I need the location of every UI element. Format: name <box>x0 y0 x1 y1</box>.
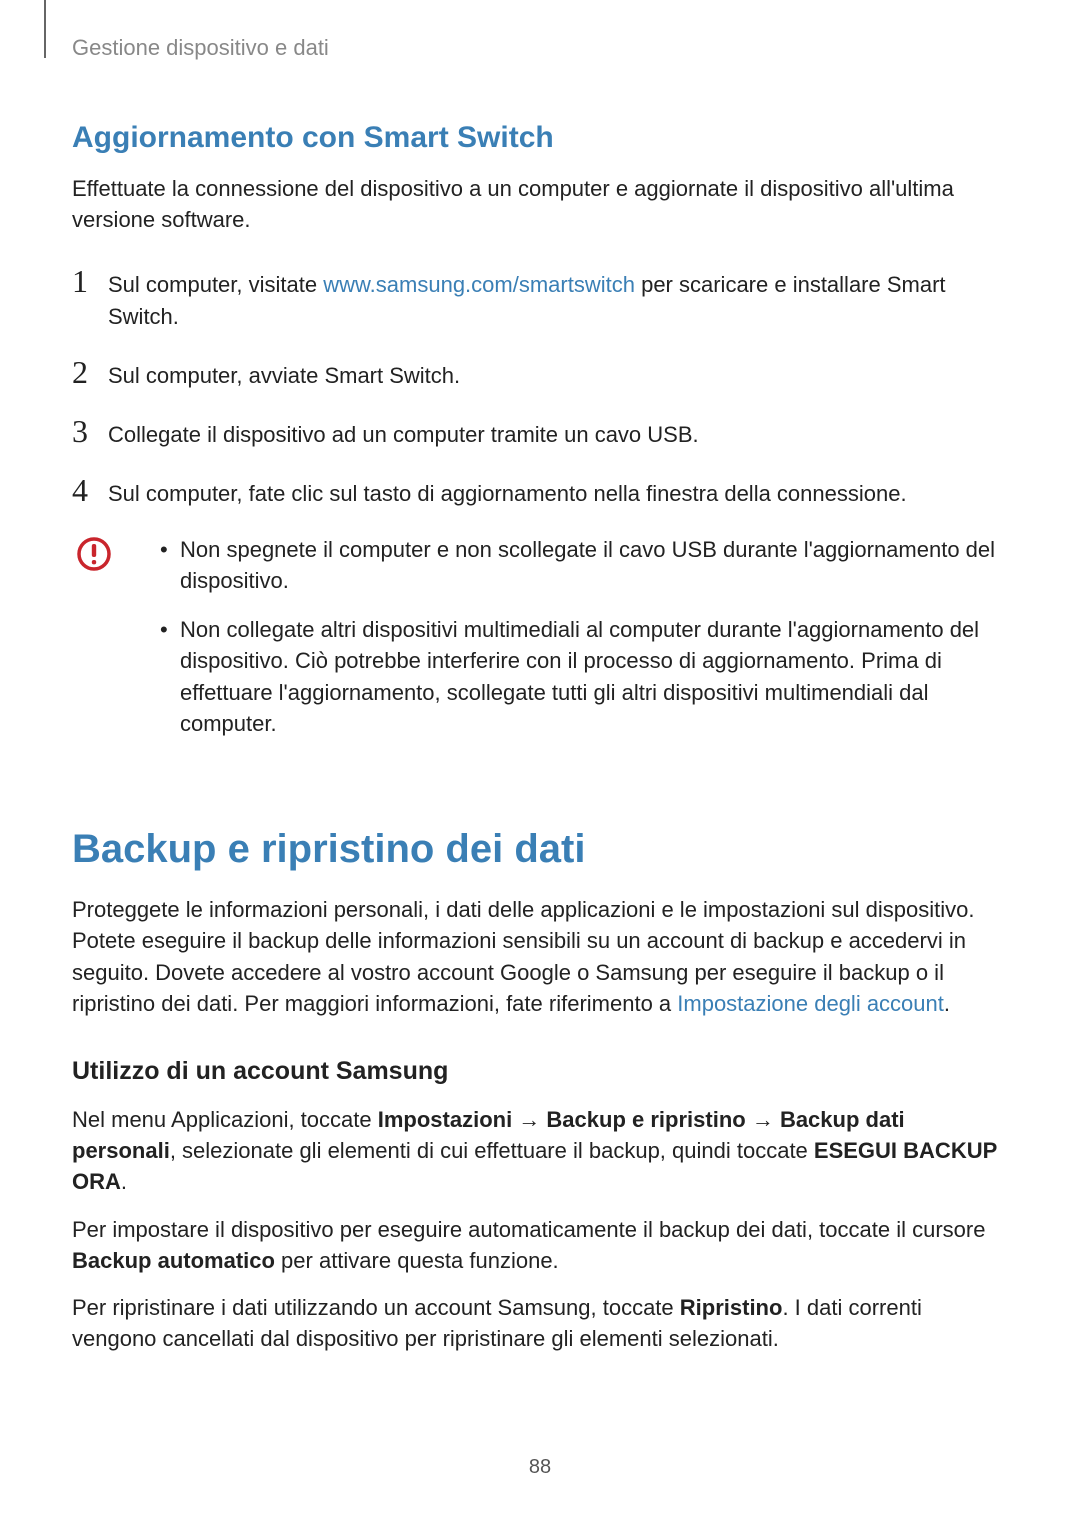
steps-list: 1 Sul computer, visitate www.samsung.com… <box>72 265 1008 509</box>
section-heading-backup: Backup e ripristino dei dati <box>72 827 1008 872</box>
arrow-separator: → <box>512 1107 546 1132</box>
bold-backup-automatico: Backup automatico <box>72 1248 275 1273</box>
step-number: 3 <box>72 415 108 447</box>
page-number: 88 <box>0 1456 1080 1479</box>
step-item: 4 Sul computer, fate clic sul tasto di a… <box>72 474 1008 509</box>
text-fragment: . <box>121 1169 127 1194</box>
step-number: 4 <box>72 474 108 506</box>
arrow-separator: → <box>746 1107 780 1132</box>
bold-ripristino: Ripristino <box>680 1295 783 1320</box>
bold-backup-ripristino: Backup e ripristino <box>546 1107 745 1132</box>
text-fragment: Per impostare il dispositivo per eseguir… <box>72 1217 985 1242</box>
warning-list: Non spegnete il computer e non scollegat… <box>152 534 1008 757</box>
step-text: Sul computer, fate clic sul tasto di agg… <box>108 478 907 509</box>
warning-item: Non collegate altri dispositivi multimed… <box>152 614 1008 739</box>
step-text: Collegate il dispositivo ad un computer … <box>108 419 699 450</box>
text-fragment: Per ripristinare i dati utilizzando un a… <box>72 1295 680 1320</box>
warning-item: Non spegnete il computer e non scollegat… <box>152 534 1008 596</box>
paragraph-auto-backup: Per impostare il dispositivo per eseguir… <box>72 1214 1008 1276</box>
section1-intro: Effettuate la connessione del dispositiv… <box>72 173 1008 235</box>
warning-block: Non spegnete il computer e non scollegat… <box>76 534 1008 757</box>
bold-impostazioni: Impostazioni <box>378 1107 512 1132</box>
text-fragment: per attivare questa funzione. <box>275 1248 559 1273</box>
link-account-settings[interactable]: Impostazione degli account <box>677 991 944 1016</box>
link-smartswitch[interactable]: www.samsung.com/smartswitch <box>323 272 635 297</box>
warning-icon <box>76 536 112 577</box>
sub-heading-samsung-account: Utilizzo di un account Samsung <box>72 1057 1008 1086</box>
page-binding-mark <box>44 0 46 58</box>
step-number: 2 <box>72 356 108 388</box>
section-heading-smart-switch: Aggiornamento con Smart Switch <box>72 121 1008 155</box>
paragraph-restore: Per ripristinare i dati utilizzando un a… <box>72 1292 1008 1354</box>
page-content: Gestione dispositivo e dati Aggiornament… <box>0 0 1080 1355</box>
step-text: Sul computer, avviate Smart Switch. <box>108 360 460 391</box>
text-fragment: Sul computer, visitate <box>108 272 323 297</box>
step-item: 2 Sul computer, avviate Smart Switch. <box>72 356 1008 391</box>
text-fragment: Nel menu Applicazioni, toccate <box>72 1107 378 1132</box>
paragraph-backup-instructions: Nel menu Applicazioni, toccate Impostazi… <box>72 1104 1008 1198</box>
step-item: 3 Collegate il dispositivo ad un compute… <box>72 415 1008 450</box>
text-fragment: , selezionate gli elementi di cui effett… <box>170 1138 814 1163</box>
step-text: Sul computer, visitate www.samsung.com/s… <box>108 269 1008 331</box>
text-fragment: . <box>944 991 950 1016</box>
step-number: 1 <box>72 265 108 297</box>
section2-intro: Proteggete le informazioni personali, i … <box>72 894 1008 1019</box>
step-item: 1 Sul computer, visitate www.samsung.com… <box>72 265 1008 331</box>
breadcrumb: Gestione dispositivo e dati <box>72 35 1008 61</box>
